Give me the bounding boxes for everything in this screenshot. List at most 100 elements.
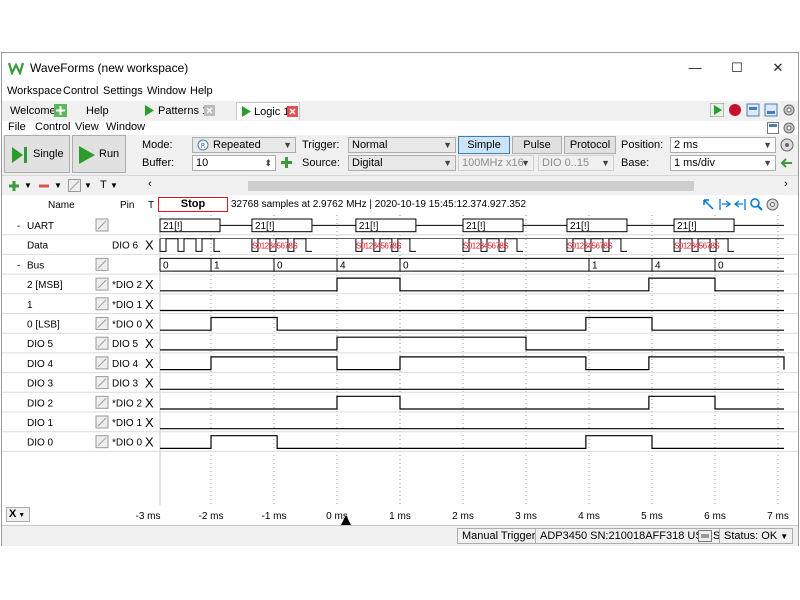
rate-value: 100MHz x16	[462, 157, 524, 169]
chevron-down-icon: ▼	[780, 532, 789, 541]
row-settings-icon[interactable]	[95, 356, 109, 370]
row-pin: DIO 3	[112, 379, 139, 390]
submenu-file[interactable]: File	[8, 121, 26, 133]
row-settings-icon[interactable]	[95, 336, 109, 350]
align-right-icon[interactable]	[734, 198, 747, 211]
trigger-x-marker[interactable]: X	[145, 238, 154, 253]
buffer-input[interactable]: 10 ⬍	[192, 155, 276, 171]
menu-control[interactable]: Control	[63, 85, 98, 97]
add-channel-icon[interactable]	[8, 180, 20, 192]
tab-patterns[interactable]: Patterns 1	[140, 102, 222, 120]
run-button[interactable]: Run	[72, 135, 126, 173]
horizontal-scrollbar[interactable]	[248, 181, 694, 191]
run-all-icon[interactable]	[710, 103, 724, 117]
chevron-down-icon[interactable]: ▼	[110, 181, 118, 190]
menu-settings[interactable]: Settings	[103, 85, 143, 97]
signal-row-sig4[interactable]: DIO 4 DIO 4 X	[2, 356, 798, 374]
signal-row-sig2[interactable]: DIO 2 *DIO 2X	[2, 395, 798, 413]
trigger-x-marker[interactable]: X	[145, 297, 154, 312]
plot-settings-icon[interactable]	[766, 198, 779, 211]
base-input[interactable]: 1 ms/div ▼	[670, 155, 776, 171]
base-arrow-icon[interactable]	[780, 157, 794, 169]
tab-patterns-label: Patterns 1	[158, 105, 209, 117]
row-settings-icon[interactable]	[95, 277, 109, 291]
remove-channel-icon[interactable]	[38, 180, 50, 192]
options-gear-icon[interactable]	[783, 122, 795, 134]
row-expander[interactable]: -	[17, 260, 20, 271]
signal-row-sig5[interactable]: DIO 5 DIO 5 X	[2, 336, 798, 354]
cursor-arrow-icon[interactable]	[702, 198, 715, 211]
simple-button[interactable]: Simple	[458, 136, 510, 154]
status-ok[interactable]: Status: OK ▼	[719, 528, 794, 544]
signal-row-uart[interactable]: - UART 21[!] 21[!] 21[!] 21[!] 21[!] 21[!]	[2, 218, 798, 236]
row-settings-icon[interactable]	[95, 297, 109, 311]
trigger-x-marker[interactable]: X	[145, 415, 154, 430]
chevron-down-icon[interactable]: ▼	[24, 181, 32, 190]
trigger-x-marker[interactable]: X	[145, 356, 154, 371]
protocol-button[interactable]: Protocol ▼	[564, 136, 616, 166]
close-tab-icon[interactable]	[204, 105, 215, 116]
tab-help[interactable]: Help	[82, 102, 122, 120]
window-layout-icon[interactable]	[746, 103, 760, 117]
trigger-x-marker[interactable]: X	[145, 395, 154, 410]
dio-range-select: DIO 0..15 ▼	[538, 155, 614, 171]
chevron-down-icon[interactable]: ▼	[84, 181, 92, 190]
add-tab-icon[interactable]	[54, 104, 67, 117]
minimize-panel-icon[interactable]	[767, 122, 779, 134]
row-settings-icon[interactable]	[95, 415, 109, 429]
text-tool-label[interactable]: T	[100, 179, 107, 191]
logic-plot[interactable]: Name Pin T- UART 21[!] 21[!] 21[!] 21[!] 21[!] 21…	[2, 195, 798, 505]
settings-gear-icon[interactable]	[782, 103, 796, 117]
row-expander[interactable]: -	[17, 221, 20, 232]
row-settings-icon[interactable]	[95, 435, 109, 449]
pulse-button[interactable]: Pulse	[512, 136, 562, 154]
menu-window[interactable]: Window	[147, 85, 186, 97]
submenu-view[interactable]: View	[75, 121, 99, 133]
row-settings-icon[interactable]	[95, 376, 109, 390]
row-settings-icon[interactable]	[95, 395, 109, 409]
menu-workspace[interactable]: Workspace	[7, 85, 62, 97]
single-button[interactable]: Single	[4, 135, 70, 173]
title-bar: WaveForms (new workspace) — ☐ ✕	[2, 53, 798, 83]
device-icon[interactable]	[698, 530, 712, 542]
channel-edit-icon[interactable]	[68, 179, 81, 192]
submenu-window[interactable]: Window	[106, 121, 145, 133]
row-settings-icon[interactable]	[95, 257, 109, 271]
position-input[interactable]: 2 ms ▼	[670, 137, 776, 153]
chevron-down-icon[interactable]: ▼	[54, 181, 62, 190]
trigger-x-marker[interactable]: X	[145, 277, 154, 292]
align-left-icon[interactable]	[718, 198, 731, 211]
spin-icon[interactable]: ⬍	[264, 156, 272, 170]
row-name: DIO 3	[27, 379, 54, 390]
tab-welcome[interactable]: Welcome	[6, 102, 72, 120]
trigger-select[interactable]: Normal ▼	[348, 137, 456, 153]
row-settings-icon[interactable]	[95, 317, 109, 330]
stop-all-icon[interactable]	[728, 103, 742, 117]
trigger-x-marker[interactable]: X	[145, 336, 154, 351]
zoom-icon[interactable]	[750, 198, 763, 211]
dio-range-value: DIO 0..15	[542, 157, 590, 169]
trigger-x-marker[interactable]: X	[145, 317, 154, 332]
row-pin: *DIO 1	[112, 418, 142, 429]
row-settings-icon[interactable]	[95, 218, 109, 232]
reset-position-icon[interactable]	[780, 138, 794, 152]
window-cascade-icon[interactable]	[764, 103, 778, 117]
scroll-left-icon[interactable]: ‹	[148, 178, 152, 190]
close-button[interactable]: ✕	[768, 58, 788, 78]
trigger-x-marker[interactable]: X	[145, 376, 154, 391]
waveform	[160, 316, 784, 331]
add-buffer-icon[interactable]	[280, 156, 293, 169]
tab-logic[interactable]: Logic 1	[236, 102, 300, 120]
close-tab-icon[interactable]	[287, 106, 298, 117]
submenu-control[interactable]: Control	[35, 121, 70, 133]
mode-select[interactable]: R Repeated ▼	[192, 137, 296, 153]
scroll-right-icon[interactable]: ›	[784, 178, 788, 190]
maximize-button[interactable]: ☐	[727, 58, 747, 78]
manual-trigger-button[interactable]: Manual Trigger	[457, 528, 541, 544]
source-select[interactable]: Digital ▼	[348, 155, 456, 171]
signal-row-sig2[interactable]: 2 [MSB] *DIO 2X	[2, 277, 798, 295]
stop-status[interactable]: Stop	[158, 197, 228, 212]
menu-help[interactable]: Help	[190, 85, 213, 97]
minimize-button[interactable]: —	[685, 58, 705, 78]
trigger-x-marker[interactable]: X	[145, 435, 154, 450]
